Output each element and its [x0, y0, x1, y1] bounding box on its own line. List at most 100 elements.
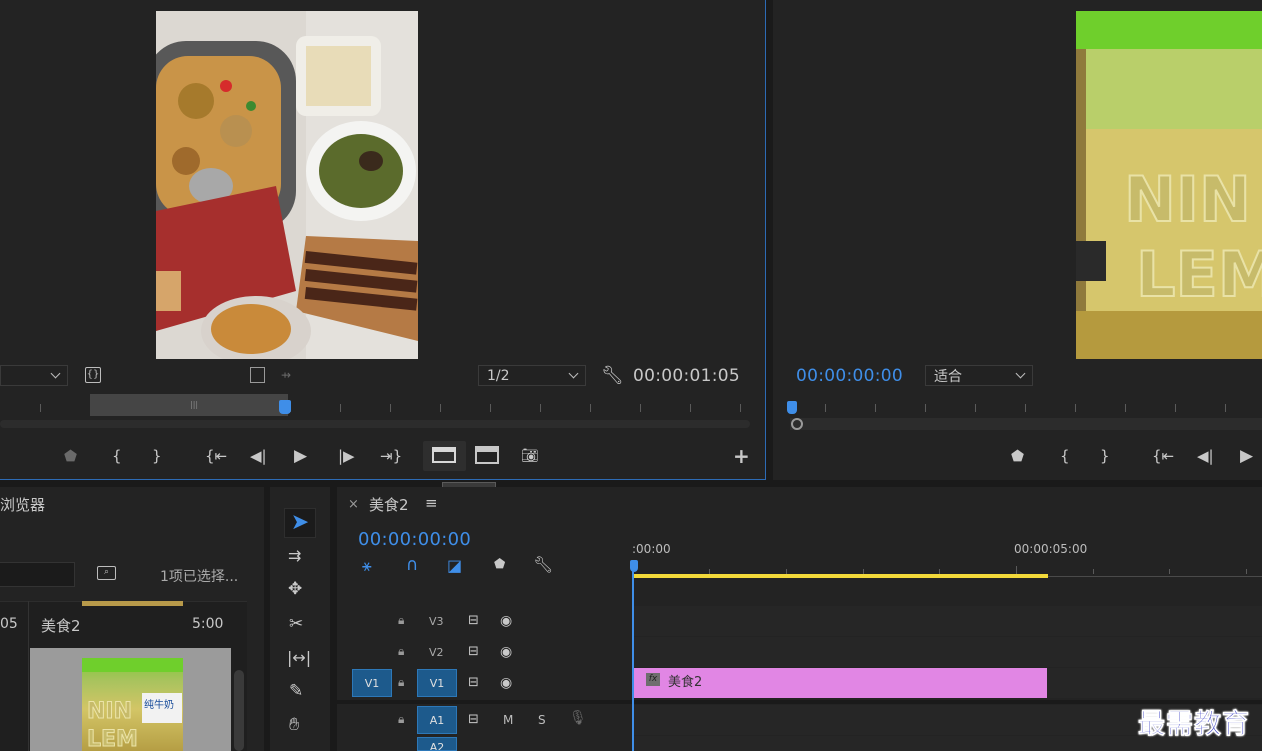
mute-button[interactable]: M [503, 713, 513, 727]
go-to-in-icon[interactable]: {⇤ [1152, 446, 1174, 466]
mark-in-icon[interactable]: { [1060, 446, 1070, 466]
play-icon[interactable]: ▶ [294, 446, 307, 466]
timeline-playhead-line[interactable] [632, 560, 634, 751]
slip-tool-icon[interactable]: |↔| [287, 648, 311, 667]
source-patch-v1[interactable]: V1 [352, 669, 392, 697]
snap-magnet-icon[interactable]: ∩ [406, 555, 418, 575]
track-v2[interactable] [633, 637, 1262, 667]
timeline-timecode[interactable]: 00:00:00:00 [358, 529, 471, 550]
program-fit-select[interactable]: 适合 [925, 365, 1033, 386]
drop-frame-icon: ⇸ [281, 368, 292, 382]
go-to-in-icon[interactable]: {⇤ [205, 446, 227, 466]
insert-icon [432, 447, 456, 463]
overwrite-icon[interactable] [475, 446, 499, 464]
add-button-icon[interactable]: + [733, 446, 750, 466]
svg-text:LEM: LEM [1136, 238, 1262, 311]
in-out-range[interactable] [90, 394, 288, 416]
find-icon[interactable]: ⌕ [97, 566, 116, 580]
hand-tool-icon[interactable]: ✋︎ [289, 714, 299, 735]
track-label-v2: V2 [429, 646, 444, 659]
source-playhead[interactable] [279, 400, 291, 414]
ripple-edit-tool-icon[interactable]: ✥ [288, 579, 302, 599]
wrench-icon[interactable]: 🔧︎ [601, 365, 624, 386]
food-image [156, 11, 418, 359]
thumbnail-image: 纯牛奶 NIN LEM [82, 658, 183, 751]
search-input[interactable] [0, 562, 75, 587]
eye-icon[interactable]: ◉ [500, 675, 512, 691]
source-zoom-select[interactable] [0, 365, 68, 386]
add-marker-icon[interactable]: ⬟ [1011, 446, 1024, 466]
track-header-a2 [337, 736, 632, 751]
fx-badge-icon: fx [646, 673, 660, 686]
sync-lock-icon[interactable]: ⊟ [468, 675, 479, 690]
ruler-baseline [1048, 576, 1262, 577]
selection-tool-icon[interactable]: ➤ [284, 508, 316, 538]
lock-icon[interactable]: 🔒︎ [398, 675, 404, 690]
close-icon[interactable]: × [348, 497, 359, 512]
panel-title[interactable]: 浏览器 [0, 494, 45, 515]
source-resolution-value: 1/2 [487, 367, 510, 384]
track-select-tool-icon[interactable]: ⇉ [288, 546, 301, 565]
chevron-down-icon [568, 368, 579, 379]
track-target-a2[interactable]: A2 [417, 737, 457, 751]
add-marker-icon[interactable]: ⬟ [64, 446, 77, 466]
export-frame-icon[interactable] [250, 367, 265, 383]
step-forward-icon[interactable]: |▶ [338, 446, 355, 466]
add-marker-icon[interactable]: ⬟ [494, 557, 505, 572]
go-to-out-icon[interactable]: ⇥} [380, 446, 402, 466]
sync-lock-icon[interactable]: ⊟ [468, 644, 479, 659]
razor-tool-icon[interactable]: ✂︎ [289, 614, 303, 634]
step-back-icon[interactable]: ◀| [250, 446, 267, 466]
prev-item-duration: 05 [0, 616, 18, 632]
eye-icon[interactable]: ◉ [500, 644, 512, 660]
program-fit-value: 适合 [934, 368, 962, 385]
step-back-icon[interactable]: ◀| [1197, 446, 1214, 466]
svg-text:LEM: LEM [87, 727, 138, 751]
timeline-ruler[interactable] [633, 560, 1262, 574]
sync-lock-icon[interactable]: ⊟ [468, 613, 479, 628]
track-header-a1 [337, 705, 632, 735]
svg-text:NIN: NIN [87, 699, 132, 724]
project-scrollbar[interactable] [234, 670, 244, 751]
mark-in-icon[interactable]: { [112, 446, 122, 466]
source-scrollbar[interactable] [0, 420, 750, 428]
svg-text:NIN: NIN [1124, 163, 1251, 236]
item-name[interactable]: 美食2 [41, 615, 81, 636]
source-resolution-select[interactable]: 1/2 [478, 365, 586, 386]
range-handle[interactable]: ||| [190, 400, 198, 409]
solo-button[interactable]: S [538, 713, 546, 727]
track-target-a1[interactable]: A1 [417, 706, 457, 734]
insert-button[interactable] [423, 441, 466, 471]
scroll-handle[interactable] [791, 418, 803, 430]
lock-icon[interactable]: 🔒︎ [398, 712, 404, 727]
track-target-v1[interactable]: V1 [417, 669, 457, 697]
lock-icon[interactable]: 🔒︎ [398, 613, 404, 628]
play-icon[interactable]: ▶ [1240, 446, 1253, 466]
microphone-icon[interactable]: 🎙︎ [569, 710, 587, 726]
ruler-5s-label: 00:00:05:00 [1014, 542, 1088, 556]
mark-out-icon[interactable]: } [1100, 446, 1110, 466]
track-v3[interactable] [633, 606, 1262, 636]
previous-thumb-edge [82, 601, 183, 606]
source-timecode[interactable]: 00:00:01:05 [633, 366, 740, 386]
linked-selection-icon[interactable]: ◪ [447, 556, 462, 575]
sequence-tab[interactable]: 美食2 [369, 494, 409, 515]
chevron-down-icon [50, 368, 61, 379]
mark-out-icon[interactable]: } [152, 446, 162, 466]
drink-thumb: 纯牛奶 NIN LEM [82, 658, 183, 751]
menu-icon[interactable]: ≡ [425, 494, 438, 512]
eye-icon[interactable]: ◉ [500, 613, 512, 629]
nest-icon[interactable]: ⚹ [362, 556, 372, 576]
sync-lock-icon[interactable]: ⊟ [468, 712, 479, 727]
safe-margins-icon[interactable]: {} [85, 367, 101, 383]
chevron-down-icon [1015, 368, 1026, 379]
program-ruler[interactable] [785, 394, 1262, 414]
camera-icon[interactable]: 📷︎ [521, 446, 539, 466]
program-timecode[interactable]: 00:00:00:00 [796, 366, 903, 386]
pen-tool-icon[interactable]: ✎ [289, 681, 303, 701]
lock-icon[interactable]: 🔒︎ [398, 644, 404, 659]
timeline-settings-wrench-icon[interactable]: 🔧︎ [533, 555, 553, 574]
column-divider [28, 601, 29, 751]
program-playhead[interactable] [787, 401, 797, 414]
program-scrollbar[interactable] [790, 418, 1262, 430]
